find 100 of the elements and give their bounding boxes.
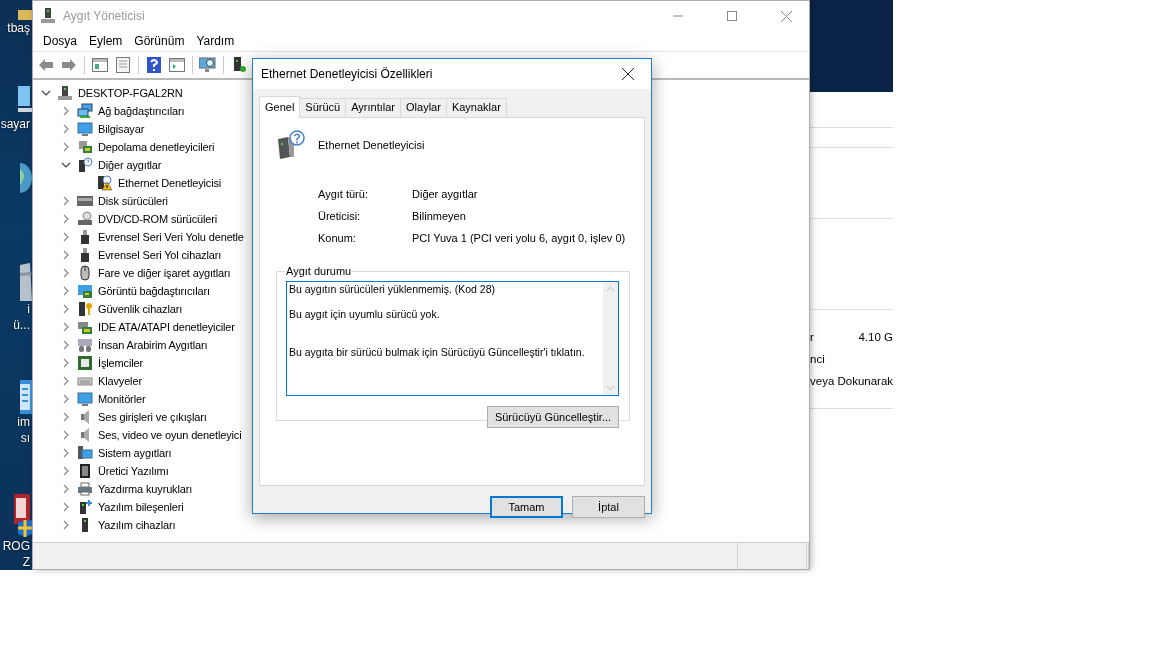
expand-chevron-icon[interactable] <box>61 358 71 368</box>
menu-item[interactable]: Yardım <box>190 34 241 48</box>
tree-item[interactable]: Disk sürücüleri <box>98 195 168 207</box>
tree-item[interactable]: Ses, video ve oyun denetleyici <box>98 429 242 441</box>
expand-chevron-icon[interactable] <box>61 430 71 440</box>
info-value: 4.10 G <box>858 330 893 345</box>
tab[interactable]: Genel <box>259 96 301 118</box>
properties-button[interactable] <box>113 55 133 75</box>
desktop-icon-label[interactable]: ü... <box>13 316 32 333</box>
collapse-chevron-icon[interactable] <box>61 160 71 170</box>
expand-chevron-icon[interactable] <box>61 412 71 422</box>
close-icon[interactable] <box>622 68 634 80</box>
tree-item[interactable]: Ethernet Denetleyicisi <box>118 177 222 189</box>
storage-icon <box>77 139 93 155</box>
console-tree-button[interactable] <box>90 55 110 75</box>
expand-chevron-icon[interactable] <box>61 142 71 152</box>
tree-item[interactable]: Yazılım cihazları <box>98 519 176 531</box>
tree-item[interactable]: İşlemciler <box>98 357 143 369</box>
tree-item[interactable]: DESKTOP-FGAL2RN <box>78 87 183 99</box>
collapse-chevron-icon[interactable] <box>41 88 51 98</box>
tree-item[interactable]: İnsan Arabirim Aygıtları <box>98 339 208 351</box>
expand-chevron-icon[interactable] <box>61 232 71 242</box>
unknown-device-icon <box>276 130 306 160</box>
help-button[interactable] <box>144 55 164 75</box>
expand-chevron-icon[interactable] <box>61 466 71 476</box>
update-driver-button[interactable]: Sürücüyü Güncelleştir... <box>487 406 619 428</box>
drive-card-icon <box>77 319 93 335</box>
menu-item[interactable]: Dosya <box>37 34 83 48</box>
chip-icon <box>77 355 93 371</box>
expand-chevron-icon[interactable] <box>61 448 71 458</box>
desktop-icon-label[interactable]: tbaş <box>7 19 32 36</box>
desktop-icon-label[interactable]: sı <box>20 430 32 447</box>
chip-icon <box>77 463 93 479</box>
tower-icon <box>77 499 93 515</box>
menu-item[interactable]: Görünüm <box>128 34 191 48</box>
computer-icon <box>41 8 55 24</box>
expand-chevron-icon[interactable] <box>61 484 71 494</box>
expand-chevron-icon[interactable] <box>61 214 71 224</box>
property-value: Diğer aygıtlar <box>412 188 479 201</box>
expand-chevron-icon[interactable] <box>61 304 71 314</box>
recycle-bin-icon <box>20 262 32 301</box>
desktop-icon-label[interactable]: ROG <box>2 538 32 554</box>
tree-item[interactable]: Ses girişleri ve çıkışları <box>98 411 207 423</box>
expand-chevron-icon[interactable] <box>61 394 71 404</box>
system-icon <box>77 445 93 461</box>
expand-chevron-icon[interactable] <box>61 502 71 512</box>
tree-item[interactable]: Evrensel Seri Veri Yolu denetle <box>98 231 244 243</box>
display-card-icon <box>77 283 93 299</box>
expand-chevron-icon[interactable] <box>61 520 71 530</box>
tree-item[interactable]: Diğer aygıtlar <box>98 159 162 171</box>
expand-chevron-icon[interactable] <box>61 106 71 116</box>
dialog-button[interactable]: Tamam <box>490 496 563 518</box>
tree-item[interactable]: Evrensel Seri Yol cihazları <box>98 249 222 261</box>
unknown-device-icon <box>77 157 93 173</box>
warning-device-icon <box>97 175 113 191</box>
scan-hardware-button[interactable] <box>198 55 218 75</box>
desktop-icon-label[interactable]: Z <box>22 554 32 570</box>
device-name: Ethernet Denetleyicisi <box>318 139 425 151</box>
expand-chevron-icon[interactable] <box>61 268 71 278</box>
dialog-button[interactable]: İptal <box>572 496 645 518</box>
expand-chevron-icon[interactable] <box>61 196 71 206</box>
key-icon <box>77 301 93 317</box>
action-pane-button[interactable] <box>167 55 187 75</box>
globe-icon <box>20 163 32 194</box>
tree-item[interactable]: DVD/CD-ROM sürücüleri <box>98 213 218 225</box>
expand-chevron-icon[interactable] <box>61 322 71 332</box>
tree-item[interactable]: Fare ve diğer işaret aygıtları <box>98 267 231 279</box>
desktop-icon-label[interactable]: im <box>17 414 32 431</box>
tree-item[interactable]: Bilgisayar <box>98 123 145 135</box>
tree-item[interactable]: Depolama denetleyicileri <box>98 141 215 153</box>
tree-item[interactable]: Monitörler <box>98 393 146 405</box>
expand-chevron-icon[interactable] <box>61 376 71 386</box>
menu-item[interactable]: Eylem <box>83 34 129 48</box>
expand-chevron-icon[interactable] <box>61 124 71 134</box>
status-field[interactable]: Bu aygıtın sürücüleri yüklenmemiş. (Kod 28) Bu aygıt için uyumlu sürücü yok. Bu aygıta bir sürücü bulmak için Sürücüyü Güncelleştir'i tıklatın. <box>286 281 619 396</box>
tree-item[interactable]: Klavyeler <box>98 375 142 387</box>
tree-item[interactable]: IDE ATA/ATAPI denetleyiciler <box>98 321 235 333</box>
expand-chevron-icon[interactable] <box>61 340 71 350</box>
maximize-icon[interactable] <box>727 11 737 21</box>
mouse-icon <box>77 265 93 281</box>
document-icon <box>20 380 32 415</box>
desktop-icon-label[interactable]: sayar <box>0 115 32 132</box>
tree-item[interactable]: Üretici Yazılımı <box>98 465 169 477</box>
tree-item[interactable]: Görüntü bağdaştırıcıları <box>98 285 210 297</box>
tree-item[interactable]: Yazılım bileşenleri <box>98 501 184 513</box>
computer-icon <box>57 85 73 101</box>
property-label: Aygıt türü: <box>318 188 369 201</box>
dialog-title: Ethernet Denetleyicisi Özellikleri <box>261 67 434 81</box>
tree-item[interactable]: Sistem aygıtları <box>98 447 172 459</box>
info-label: veya Dokunarak <box>810 374 894 389</box>
expand-chevron-icon[interactable] <box>61 286 71 296</box>
tree-item[interactable]: Ağ bağdaştırıcıları <box>98 105 185 117</box>
expand-chevron-icon[interactable] <box>61 250 71 260</box>
desktop-icon-label[interactable]: i <box>27 300 32 317</box>
printer-icon <box>77 481 93 497</box>
tree-item[interactable]: Yazdırma kuyrukları <box>98 483 193 495</box>
monitor-icon <box>77 391 93 407</box>
keyboard-mouse-icon <box>77 337 93 353</box>
tab[interactable]: Kaynaklar <box>445 98 507 118</box>
tree-item[interactable]: Güvenlik cihazları <box>98 303 183 315</box>
